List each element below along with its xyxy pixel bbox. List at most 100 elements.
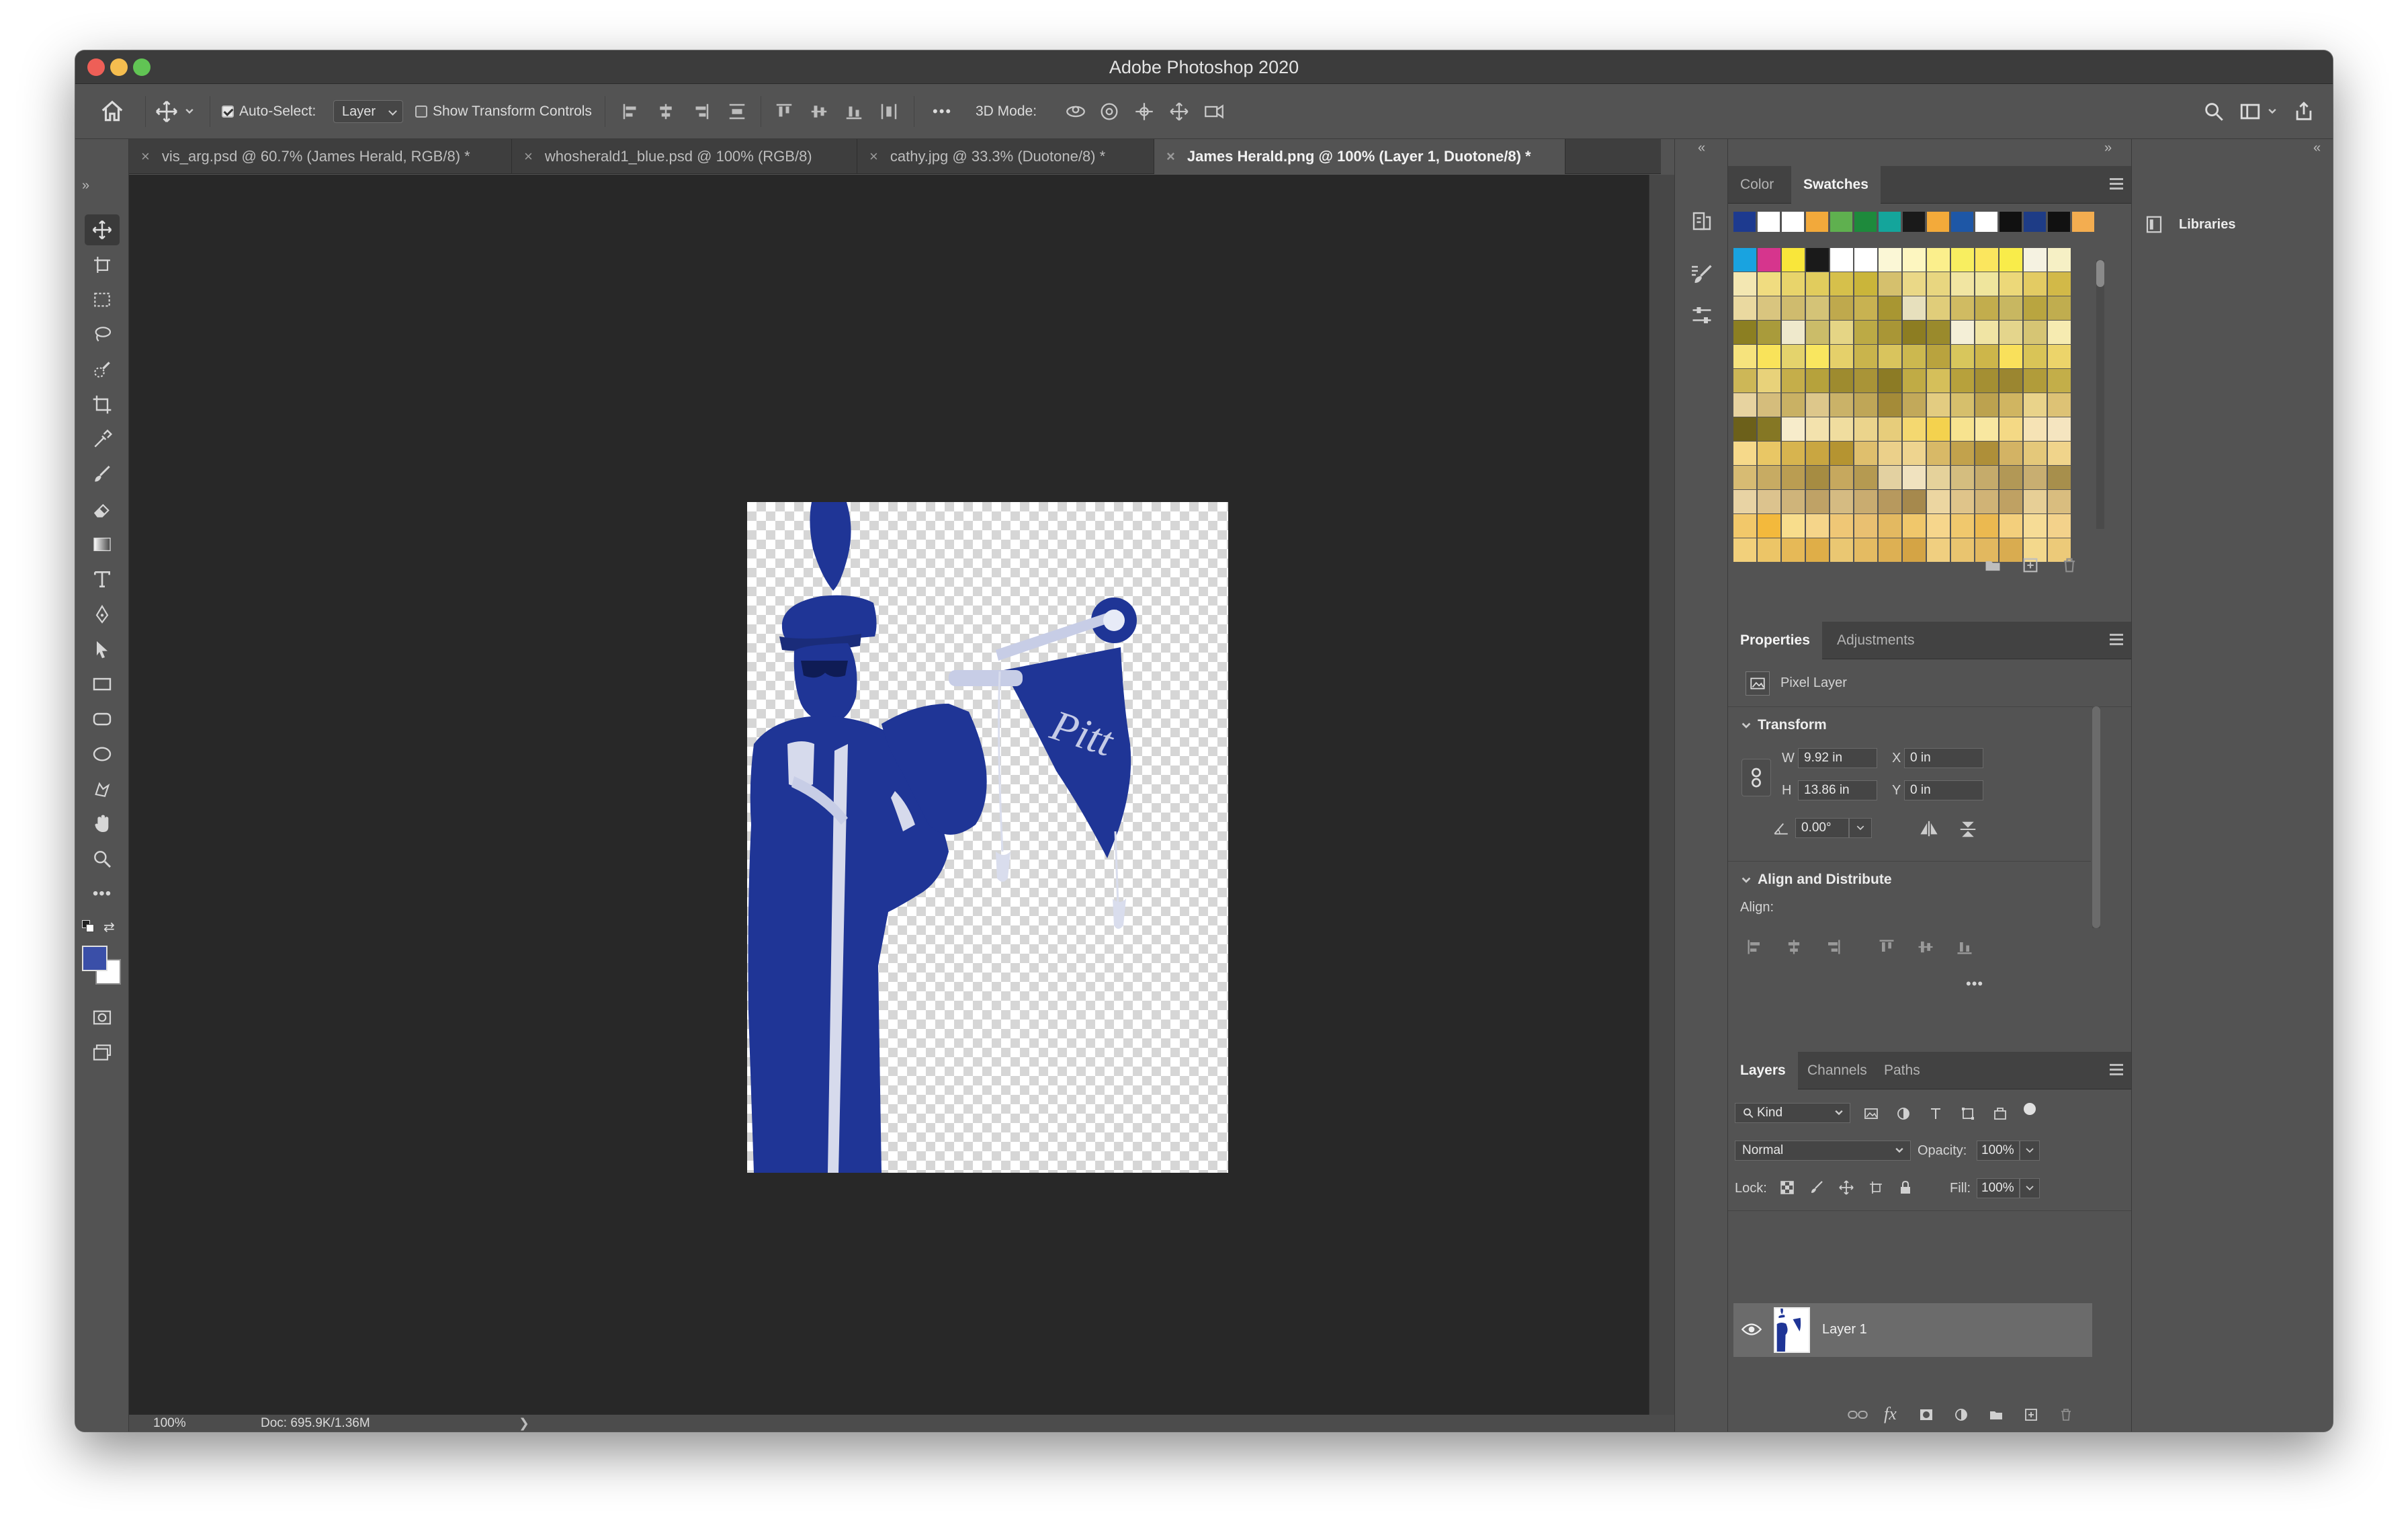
- swatch[interactable]: [1733, 442, 1756, 465]
- swatch[interactable]: [1854, 538, 1877, 562]
- swatch[interactable]: [1854, 466, 1877, 489]
- filter-adjustment-layers-button[interactable]: [1895, 1106, 1912, 1125]
- swatch[interactable]: [2024, 345, 2047, 368]
- swatch[interactable]: [1830, 272, 1853, 296]
- swatch[interactable]: [1782, 514, 1805, 538]
- filter-toggle-button[interactable]: [2024, 1103, 2036, 1115]
- swatch[interactable]: [1854, 393, 1877, 417]
- search-button[interactable]: [2202, 84, 2225, 139]
- document-tab[interactable]: × whosherald1_blue.psd @ 100% (RGB/8): [512, 139, 857, 174]
- rotation-angle-dropdown[interactable]: [1849, 818, 1872, 838]
- swatch[interactable]: [1951, 442, 1974, 465]
- swatch[interactable]: [1733, 212, 1756, 232]
- swatch[interactable]: [1782, 466, 1805, 489]
- swatch[interactable]: [1782, 369, 1805, 392]
- share-button[interactable]: [2292, 84, 2315, 139]
- swatch[interactable]: [1733, 248, 1756, 272]
- close-tab-icon[interactable]: ×: [869, 148, 878, 165]
- move-tool[interactable]: [85, 214, 120, 245]
- swatch[interactable]: [1903, 345, 1926, 368]
- swatch[interactable]: [1903, 442, 1926, 465]
- close-tab-icon[interactable]: ×: [141, 148, 150, 165]
- swatch[interactable]: [1758, 296, 1780, 320]
- swatch[interactable]: [1782, 296, 1805, 320]
- swatch[interactable]: [1830, 514, 1853, 538]
- brush-settings-panel-button[interactable]: [1690, 263, 1714, 287]
- swatch[interactable]: [2048, 490, 2071, 513]
- tab-adjustments[interactable]: Adjustments: [1825, 622, 1927, 659]
- lock-transparent-pixels-button[interactable]: [1779, 1180, 1795, 1199]
- swatch[interactable]: [1854, 296, 1877, 320]
- canvas-workspace[interactable]: Pitt: [129, 175, 1649, 1415]
- pen-tool[interactable]: [85, 599, 120, 630]
- panel-align-center-button[interactable]: [1784, 938, 1803, 960]
- swatch[interactable]: [1806, 538, 1829, 562]
- swatch[interactable]: [1951, 248, 1974, 272]
- lasso-tool[interactable]: [85, 319, 120, 350]
- swatch[interactable]: [1830, 321, 1853, 344]
- swatch[interactable]: [1806, 490, 1829, 513]
- new-swatch-button[interactable]: [2021, 556, 2040, 578]
- swatch[interactable]: [2048, 248, 2071, 272]
- swatch[interactable]: [1854, 417, 1877, 441]
- swatch[interactable]: [2024, 442, 2047, 465]
- swatch[interactable]: [2000, 538, 2022, 562]
- swatch[interactable]: [1903, 369, 1926, 392]
- swatch[interactable]: [2048, 345, 2071, 368]
- gradient-tool[interactable]: [85, 529, 120, 560]
- swatch[interactable]: [1854, 248, 1877, 272]
- swatch[interactable]: [1782, 212, 1804, 232]
- swatch[interactable]: [1975, 490, 1998, 513]
- swatch[interactable]: [1758, 490, 1780, 513]
- swatch[interactable]: [1733, 321, 1756, 344]
- swatch[interactable]: [1879, 514, 1901, 538]
- swatch[interactable]: [1903, 466, 1926, 489]
- tab-color[interactable]: Color: [1728, 166, 1786, 204]
- 3d-roll-button[interactable]: [1098, 84, 1121, 139]
- swatch[interactable]: [2000, 248, 2022, 272]
- swatch[interactable]: [2024, 321, 2047, 344]
- swatch[interactable]: [1806, 369, 1829, 392]
- swatch[interactable]: [1903, 248, 1926, 272]
- swatch[interactable]: [2048, 369, 2071, 392]
- collapse-dock-icon[interactable]: »: [2104, 140, 2112, 156]
- panel-align-bottom-button[interactable]: [1955, 938, 1974, 960]
- align-vertical-centers-button[interactable]: [809, 84, 829, 139]
- rounded-rectangle-tool[interactable]: [85, 704, 120, 735]
- swatch[interactable]: [1830, 212, 1852, 232]
- swap-colors-icon[interactable]: ⇄: [103, 919, 118, 935]
- blend-mode-dropdown[interactable]: Normal: [1735, 1141, 1911, 1161]
- swatch[interactable]: [2024, 369, 2047, 392]
- swatch[interactable]: [1806, 514, 1829, 538]
- align-bottom-edges-button[interactable]: [844, 84, 864, 139]
- swatch[interactable]: [2048, 212, 2070, 232]
- fill-slider-toggle[interactable]: [2020, 1178, 2040, 1198]
- swatch[interactable]: [1758, 417, 1780, 441]
- swatch[interactable]: [1951, 417, 1974, 441]
- swatch[interactable]: [1879, 538, 1901, 562]
- swatch[interactable]: [1733, 369, 1756, 392]
- swatch[interactable]: [1830, 466, 1853, 489]
- swatch[interactable]: [1951, 272, 1974, 296]
- swatch[interactable]: [1879, 212, 1901, 232]
- swatch[interactable]: [1782, 248, 1805, 272]
- swatch[interactable]: [2048, 466, 2071, 489]
- swatch[interactable]: [1830, 369, 1853, 392]
- swatch[interactable]: [1806, 442, 1829, 465]
- tab-channels[interactable]: Channels: [1795, 1052, 1879, 1089]
- opacity-slider-toggle[interactable]: [2020, 1141, 2040, 1161]
- default-colors-icon[interactable]: [82, 920, 97, 935]
- swatch[interactable]: [1830, 538, 1853, 562]
- tab-swatches[interactable]: Swatches: [1791, 166, 1881, 204]
- quick-selection-tool[interactable]: [85, 354, 120, 385]
- foreground-color-swatch[interactable]: [82, 946, 108, 971]
- swatch[interactable]: [1733, 466, 1756, 489]
- swatch[interactable]: [1879, 393, 1901, 417]
- ellipse-tool[interactable]: [85, 739, 120, 770]
- swatch[interactable]: [1975, 248, 1998, 272]
- swatch[interactable]: [1758, 442, 1780, 465]
- rectangle-tool[interactable]: [85, 669, 120, 700]
- delete-swatch-button[interactable]: [2060, 556, 2079, 578]
- eyedropper-tool[interactable]: [85, 424, 120, 455]
- swatch[interactable]: [1927, 248, 1950, 272]
